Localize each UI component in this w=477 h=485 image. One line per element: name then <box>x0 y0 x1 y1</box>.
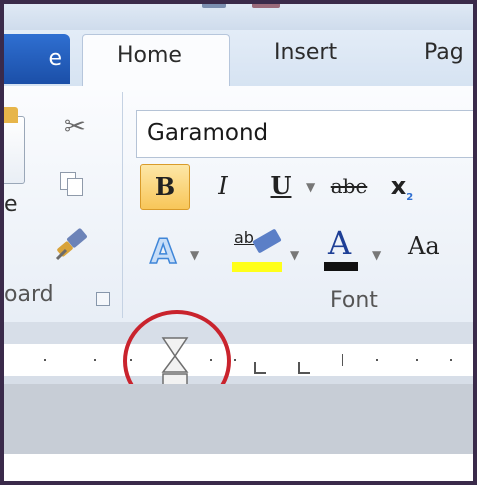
tab-page-layout[interactable]: Pag <box>424 40 464 65</box>
font-color-icon[interactable]: A <box>324 224 358 272</box>
paste-button-label[interactable]: e <box>4 192 18 217</box>
group-separator <box>122 92 123 318</box>
text-highlight-icon[interactable]: ab <box>224 226 284 272</box>
tab-file-label: e <box>48 46 62 71</box>
underline-button[interactable]: U <box>266 164 296 208</box>
ruler-dot <box>450 359 452 361</box>
change-case-button[interactable]: Aa <box>408 232 440 260</box>
tab-stop-marker[interactable] <box>254 362 266 374</box>
ruler-strip <box>4 344 473 376</box>
document-page-edge <box>4 454 473 481</box>
title-bar-decoration <box>202 4 226 8</box>
font-name-combobox[interactable]: Garamond <box>136 110 473 158</box>
font-color-bar <box>324 262 358 271</box>
highlight-pen-shape <box>252 228 282 254</box>
ruler-dot <box>94 359 96 361</box>
title-bar <box>4 4 473 30</box>
document-background <box>4 384 473 454</box>
format-painter-icon[interactable] <box>54 226 90 262</box>
tab-stop-marker[interactable] <box>298 362 310 374</box>
cut-icon[interactable]: ✂ <box>64 112 90 142</box>
clipboard-group-label: oard <box>4 282 54 307</box>
font-group-label: Font <box>330 288 378 313</box>
tab-insert[interactable]: Insert <box>274 40 337 65</box>
ribbon-tab-row: e Home Insert Pag <box>4 30 473 88</box>
highlight-dropdown-chevron-icon[interactable]: ▼ <box>290 248 299 262</box>
horizontal-ruler <box>4 322 473 384</box>
ruler-dot <box>44 359 46 361</box>
tab-home-label: Home <box>117 43 182 68</box>
subscript-label: x <box>390 172 407 200</box>
subscript-suffix: 2 <box>406 191 414 203</box>
tab-home[interactable]: Home <box>82 34 230 88</box>
highlight-color-bar <box>232 262 282 272</box>
highlight-ab-label: ab <box>234 228 254 247</box>
ruler-tick <box>342 354 343 366</box>
copy-icon[interactable] <box>60 172 83 196</box>
clipboard-dialog-launcher-icon[interactable] <box>96 292 110 306</box>
paste-icon[interactable] <box>4 107 25 184</box>
underline-dropdown-chevron-icon[interactable]: ▼ <box>306 180 315 194</box>
text-effects-dropdown-chevron-icon[interactable]: ▼ <box>190 248 199 262</box>
italic-button[interactable]: I <box>208 164 238 208</box>
ribbon-home-panel: e ✂ oard Garamond B I U ▼ abe x2 A ▼ ab <box>4 86 473 323</box>
text-effects-icon[interactable]: A <box>149 231 182 273</box>
strikethrough-button[interactable]: abe <box>326 164 372 208</box>
subscript-button[interactable]: x2 <box>384 164 420 208</box>
ruler-dot <box>376 359 378 361</box>
ruler-dot <box>234 359 236 361</box>
font-color-letter: A <box>328 224 352 262</box>
ruler-dot <box>416 359 418 361</box>
title-bar-decoration <box>252 4 280 8</box>
bold-button[interactable]: B <box>140 164 190 210</box>
tab-file[interactable]: e <box>4 34 70 84</box>
font-color-dropdown-chevron-icon[interactable]: ▼ <box>372 248 381 262</box>
font-name-value: Garamond <box>147 120 269 146</box>
word-window: e Home Insert Pag e ✂ oard Garamond B I … <box>4 4 473 481</box>
